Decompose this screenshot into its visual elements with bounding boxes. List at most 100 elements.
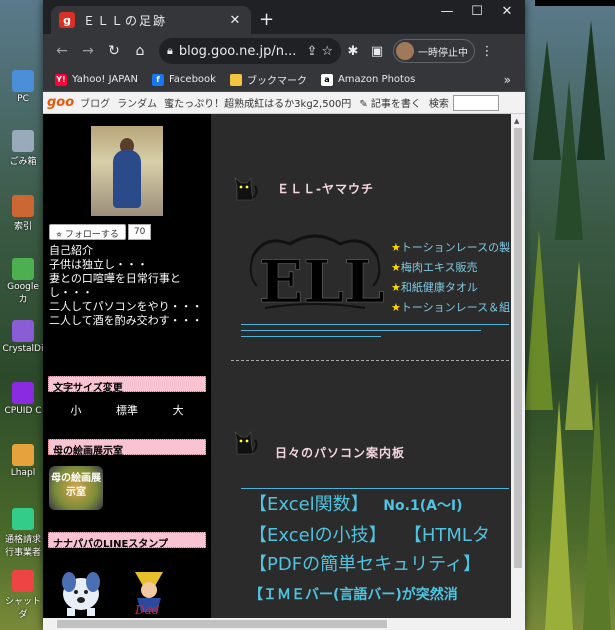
desktop-icon[interactable]: CrystalDi xyxy=(2,320,44,354)
write-post-link[interactable]: ✎ 記事を書く xyxy=(359,95,421,110)
goo-promo-link[interactable]: 蜜たっぷり！超熟成紅はるか3kg2,500円 xyxy=(164,95,351,110)
pc-guide-link[interactable]: 【PDFの簡単セキュリティ】 xyxy=(249,550,490,579)
scroll-thumb[interactable] xyxy=(57,620,387,628)
desktop-icon-label: PC xyxy=(17,94,29,104)
app-icon xyxy=(12,508,34,530)
desktop-icon-label: 索引 xyxy=(13,222,32,232)
horizontal-scrollbar[interactable] xyxy=(43,618,511,630)
follow-button[interactable]: ⭐︎ フォローする xyxy=(49,224,126,240)
tab-ell-footprints[interactable]: g ＥＬＬの足跡 ✕ xyxy=(51,6,251,34)
scroll-up-icon[interactable]: ▲ xyxy=(514,117,519,125)
bookmark-item[interactable]: Y! Yahoo! JAPAN xyxy=(55,73,138,86)
bookmark-favicon-icon: f xyxy=(151,73,164,86)
font-size-normal[interactable]: 標準 xyxy=(116,402,138,418)
desktop-icon-label: 通格請求 行事業者 xyxy=(4,535,41,558)
dog-stamp-image[interactable] xyxy=(57,564,105,618)
goo-favicon-icon: g xyxy=(59,12,75,28)
address-bar[interactable]: 🔒︎ blog.goo.ne.jp/n... ⇪ ☆ xyxy=(159,38,341,64)
product-link[interactable]: ★トーションレースの製 xyxy=(391,238,510,258)
intro-line: 妻との口喧嘩を日常行事とし・・・ xyxy=(49,272,181,299)
desktop-icon[interactable]: 索引 xyxy=(2,195,44,232)
extensions-puzzle-icon[interactable]: ✱ xyxy=(341,44,365,59)
app-icon xyxy=(12,570,34,592)
bookmarks-bar: Y! Yahoo! JAPAN f Facebook ブックマーク a Amazon Pho… xyxy=(43,68,525,92)
pc-guide-link[interactable]: 【Excel関数】 No.1(A～I) xyxy=(249,490,490,521)
reload-icon[interactable]: ↻ xyxy=(101,43,127,59)
pc-guide-link[interactable]: 【ＩＭＥバー(言語バー)が突然消 xyxy=(249,579,490,610)
scroll-thumb[interactable] xyxy=(514,128,522,568)
product-link[interactable]: ★トーションレース＆組 xyxy=(391,298,510,318)
star-bullet-icon: ★ xyxy=(391,241,401,254)
desktop-icon-label: CrystalDi xyxy=(2,344,44,354)
bookmarks-more-icon[interactable]: » xyxy=(504,73,511,87)
profile-status-label: 一時停止中 xyxy=(418,47,468,59)
divider-line xyxy=(241,336,381,337)
tab-title: ＥＬＬの足跡 xyxy=(83,13,168,28)
blog-main-content: ＥＬＬ-ヤマウチ ELL ★トーションレースの製 ★梅肉エキス販売 ★和紙健康タオル… xyxy=(211,114,511,618)
desktop-icon[interactable]: PC xyxy=(2,70,44,104)
profile-photo[interactable] xyxy=(91,126,163,216)
home-icon[interactable]: ⌂ xyxy=(127,43,153,59)
dad-stamp-image[interactable]: Dad xyxy=(125,566,173,616)
desktop-icon[interactable]: シャットダ xyxy=(2,570,44,620)
svg-text:Dad: Dad xyxy=(134,603,160,616)
desktop-icon-label: Lhapl xyxy=(10,468,36,478)
desktop-icon[interactable]: ごみ箱 xyxy=(2,130,44,167)
profile-paused-button[interactable]: 一時停止中 xyxy=(393,39,475,63)
product-label: 和紙健康タオル xyxy=(400,281,478,294)
desktop-icon[interactable]: Lhapl xyxy=(2,444,44,478)
vertical-scrollbar[interactable]: ▲ xyxy=(511,114,525,630)
bookmark-item[interactable]: f Facebook xyxy=(151,73,216,86)
pc-guide-link-extra[interactable]: No.1(A～I) xyxy=(369,498,462,514)
pc-guide-links: 【Excel関数】 No.1(A～I) 【Excelの小技】 【HTMLタ 【PDF… xyxy=(249,490,490,610)
intro-line: 自己紹介 xyxy=(49,244,93,257)
pc-guide-link-text: 【ＩＭＥバー(言語バー)が突然消 xyxy=(249,587,458,603)
bookmark-favicon-icon xyxy=(229,73,242,86)
goo-link-blog[interactable]: ブログ xyxy=(80,95,110,110)
maximize-button[interactable]: ☐ xyxy=(463,4,491,19)
follower-count: 70 xyxy=(127,224,152,240)
forward-arrow-icon[interactable]: → xyxy=(75,43,101,59)
lock-icon: 🔒︎ xyxy=(167,44,173,57)
pc-guide-link[interactable]: 【Excelの小技】 【HTMLタ xyxy=(249,521,490,550)
bookmark-star-icon[interactable]: ☆ xyxy=(321,44,333,59)
ell-logo[interactable]: ELL xyxy=(245,226,385,314)
write-post-label: 記事を書く xyxy=(370,99,421,110)
product-list: ★トーションレースの製 ★梅肉エキス販売 ★和紙健康タオル ★トーションレース＆組 xyxy=(391,238,510,318)
goo-logo[interactable]: goo xyxy=(47,95,74,110)
product-link[interactable]: ★梅肉エキス販売 xyxy=(391,258,510,278)
back-arrow-icon[interactable]: ← xyxy=(49,43,75,59)
bookmark-label: ブックマーク xyxy=(246,76,307,87)
pc-guide-link-extra[interactable]: 【HTMLタ xyxy=(387,525,490,546)
minimize-button[interactable]: — xyxy=(433,4,461,19)
follow-widget: ⭐︎ フォローする 70 xyxy=(49,224,152,240)
pc-guide-link-text: 【Excel関数】 xyxy=(249,494,369,515)
close-window-button[interactable]: ✕ xyxy=(493,4,521,19)
goo-search-input[interactable] xyxy=(452,94,499,111)
bookmark-item[interactable]: a Amazon Photos xyxy=(320,73,416,86)
intro-line: 子供は独立し・・・ xyxy=(49,258,148,271)
divider-line xyxy=(241,488,509,489)
bookmark-item[interactable]: ブックマーク xyxy=(229,72,307,87)
menu-kebab-icon[interactable]: ⋮ xyxy=(475,44,499,59)
app-icon xyxy=(12,258,34,280)
new-tab-button[interactable]: + xyxy=(259,9,274,30)
black-cat-icon xyxy=(234,177,258,201)
web-page: goo ブログ ランダム 蜜たっぷり！超熟成紅はるか3kg2,500円 ✎ 記事… xyxy=(43,92,525,630)
gallery-banner[interactable]: 母の絵画展示室 xyxy=(49,466,103,510)
desktop-icon[interactable]: CPUID C xyxy=(2,382,44,416)
font-size-large[interactable]: 大 xyxy=(173,402,184,418)
side-panel-icon[interactable]: ▣ xyxy=(365,44,389,59)
app-icon xyxy=(12,195,34,217)
bookmark-label: Amazon Photos xyxy=(337,74,416,85)
close-tab-icon[interactable]: ✕ xyxy=(227,13,243,28)
bookmark-favicon-icon: Y! xyxy=(55,73,67,86)
goo-link-random[interactable]: ランダム xyxy=(117,95,157,110)
desktop-icon[interactable]: 通格請求 行事業者 xyxy=(2,508,44,558)
font-size-small[interactable]: 小 xyxy=(70,402,81,418)
app-icon xyxy=(12,382,34,404)
share-icon[interactable]: ⇪ xyxy=(306,44,317,59)
section-separator xyxy=(231,360,509,361)
product-link[interactable]: ★和紙健康タオル xyxy=(391,278,510,298)
desktop-icon[interactable]: Google カ xyxy=(2,258,44,305)
